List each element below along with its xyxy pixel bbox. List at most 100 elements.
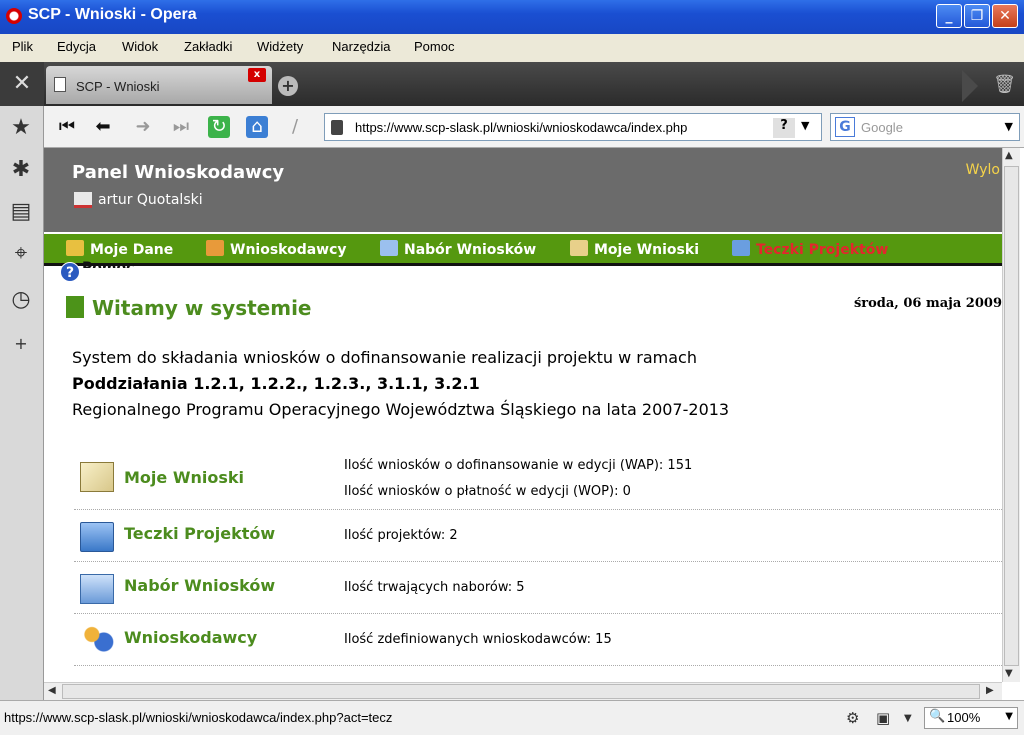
home-icon[interactable]: ⌂ (246, 116, 268, 138)
search-box[interactable]: G Google ▼ (830, 113, 1020, 141)
user-name: artur Quotalski (98, 192, 203, 208)
scroll-left-icon[interactable]: ◀ (48, 685, 56, 696)
close-window-button[interactable]: ✕ (992, 4, 1018, 28)
menu-zakladki[interactable]: Zakładki (184, 39, 232, 54)
google-icon[interactable]: G (835, 117, 855, 137)
menu-bar: Plik Edycja Widok Zakładki Widżety Narzę… (0, 34, 1024, 62)
page-info-icon[interactable] (331, 120, 343, 135)
intro-line-3: Regionalnego Programu Operacyjnego Wojew… (72, 400, 730, 419)
users-icon (206, 240, 224, 256)
side-panel: ✕ ★ ✱ ▤ ⌖ ◷ + (0, 62, 44, 706)
vertical-scroll-thumb[interactable] (1004, 166, 1019, 666)
magnifier-icon: 🔍 (929, 709, 946, 724)
menu-pomoc[interactable]: Pomoc (414, 39, 454, 54)
wand-icon[interactable]: / (284, 116, 306, 138)
open-folder-icon (380, 240, 398, 256)
tab-close-button[interactable]: x (248, 68, 266, 82)
page-content: Panel Wnioskodawcy artur Quotalski Wylo … (44, 148, 1002, 682)
menu-widzety[interactable]: Widżety (257, 39, 303, 54)
list-item-nabor-wnioskow: Nabór Wniosków Ilość trwających naborów:… (74, 562, 1002, 614)
main-menu: Moje Dane Wnioskodawcy Nabór Wniosków Mo… (44, 234, 1002, 266)
folder-icon[interactable] (80, 522, 114, 552)
window-title-bar: SCP - Wnioski - Opera _ ❐ ✕ (0, 0, 1024, 34)
horizontal-scrollbar[interactable]: ◀ ▶ (44, 682, 1002, 700)
list-item-wnioskodawcy: Wnioskodawcy Ilość zdefiniowanych wniosk… (74, 614, 1002, 666)
note-icon (570, 240, 588, 256)
trash-icon[interactable]: 🗑 (993, 74, 1016, 95)
reload-icon[interactable]: ↻ (208, 116, 230, 138)
address-bar[interactable]: https://www.scp-slask.pl/wnioski/wniosko… (324, 113, 822, 141)
recruitment-count: Ilość trwających naborów: 5 (344, 580, 525, 595)
document-icon (54, 77, 66, 92)
folder-icon (732, 240, 750, 256)
users-icon[interactable] (80, 624, 114, 654)
vertical-scrollbar[interactable]: ▲ ▼ (1002, 148, 1020, 682)
intro-line-1: System do składania wniosków o dofinanso… (72, 348, 697, 367)
tab-scp-wnioski[interactable]: SCP - Wnioski x (46, 66, 272, 104)
menu-edycja[interactable]: Edycja (57, 39, 96, 54)
menu-plik[interactable]: Plik (12, 39, 33, 54)
home-house-icon (74, 192, 92, 208)
id-card-icon (66, 240, 84, 256)
zoom-control[interactable]: 🔍 100% ▼ (924, 707, 1018, 729)
history-clock-icon[interactable]: ◷ (2, 280, 40, 320)
list-item-moje-wnioski: Moje Wnioski Ilość wniosków o dofinansow… (74, 448, 1002, 510)
unite-icon[interactable]: ⚙ (846, 709, 859, 727)
notes-icon[interactable]: ▤ (2, 192, 40, 232)
horizontal-scroll-thumb[interactable] (62, 684, 980, 699)
menu-nabor-wnioskow[interactable]: Nabór Wniosków (380, 240, 536, 258)
tools-icon[interactable]: ✕ (0, 62, 44, 106)
back-icon[interactable]: ⬅ (92, 116, 114, 138)
tab-label: SCP - Wnioski (76, 79, 160, 94)
note-pencil-icon[interactable] (80, 462, 114, 492)
status-url: https://www.scp-slask.pl/wnioski/wniosko… (4, 710, 393, 725)
settings-gear-icon[interactable]: ✱ (2, 150, 40, 190)
menu-pomoc-link[interactable]: Pomoc (82, 260, 134, 268)
menu-narzedzia[interactable]: Narzędzia (332, 39, 391, 54)
intro-line-2: Poddziałania 1.2.1, 1.2.2., 1.2.3., 3.1.… (72, 374, 480, 393)
menu-wnioskodawcy[interactable]: Wnioskodawcy (206, 240, 347, 258)
minimize-button[interactable]: _ (936, 4, 962, 28)
maximize-button[interactable]: ❐ (964, 4, 990, 28)
tab-bar: SCP - Wnioski x + 🗑 (0, 62, 1024, 106)
forward-icon[interactable]: ➜ (132, 116, 154, 138)
menu-teczki-projektow[interactable]: Teczki Projektów (732, 240, 888, 258)
menu-widok[interactable]: Widok (122, 39, 158, 54)
logout-link[interactable]: Wylo (966, 162, 1000, 178)
link-nabor-wnioskow[interactable]: Nabór Wniosków (124, 576, 275, 595)
link-wnioskodawcy[interactable]: Wnioskodawcy (124, 628, 257, 647)
add-panel-icon[interactable]: + (2, 324, 40, 364)
wop-count: Ilość wniosków o płatność w edycji (WOP)… (344, 484, 631, 499)
address-url[interactable]: https://www.scp-slask.pl/wnioski/wniosko… (355, 120, 687, 135)
opera-logo-icon (6, 8, 22, 24)
zoom-dropdown-icon[interactable]: ▼ (1005, 711, 1013, 722)
link-teczki-projektow[interactable]: Teczki Projektów (124, 524, 275, 543)
wap-count: Ilość wniosków o dofinansowanie w edycji… (344, 458, 693, 473)
menu-moje-dane[interactable]: Moje Dane (66, 240, 173, 258)
transfers-icon[interactable]: ⌖ (2, 234, 40, 274)
applicant-count: Ilość zdefiniowanych wnioskodawców: 15 (344, 632, 612, 647)
new-tab-button[interactable]: + (278, 76, 298, 96)
fast-forward-icon[interactable]: ⏭ (170, 116, 192, 138)
scroll-down-icon[interactable]: ▼ (1005, 668, 1013, 679)
search-dropdown-icon[interactable]: ▼ (1005, 120, 1013, 133)
scroll-right-icon[interactable]: ▶ (986, 685, 994, 696)
camera-icon[interactable]: ▣ (876, 709, 890, 727)
panel-header: Panel Wnioskodawcy artur Quotalski Wylo (44, 148, 1002, 232)
window-title: SCP - Wnioski - Opera (28, 6, 197, 23)
project-count: Ilość projektów: 2 (344, 528, 458, 543)
images-dropdown-icon[interactable]: ▼ (904, 713, 912, 724)
navigation-bar: ⏮ ⬅ ➜ ⏭ ↻ ⌂ / https://www.scp-slask.pl/w… (44, 106, 1024, 148)
rewind-icon[interactable]: ⏮ (56, 116, 78, 138)
search-input[interactable]: Google (861, 120, 903, 135)
link-moje-wnioski[interactable]: Moje Wnioski (124, 468, 244, 487)
open-folder-icon[interactable] (80, 574, 114, 604)
bookmarks-star-icon[interactable]: ★ (2, 108, 40, 148)
status-bar: https://www.scp-slask.pl/wnioski/wniosko… (0, 700, 1024, 735)
scroll-up-icon[interactable]: ▲ (1005, 150, 1013, 161)
menu-moje-wnioski[interactable]: Moje Wnioski (570, 240, 699, 258)
current-date: środa, 06 maja 2009 (853, 296, 1002, 311)
help-icon[interactable]: ? (60, 262, 80, 282)
help-icon[interactable]: ? (773, 118, 795, 138)
address-dropdown-icon[interactable]: ▼ (801, 119, 809, 132)
